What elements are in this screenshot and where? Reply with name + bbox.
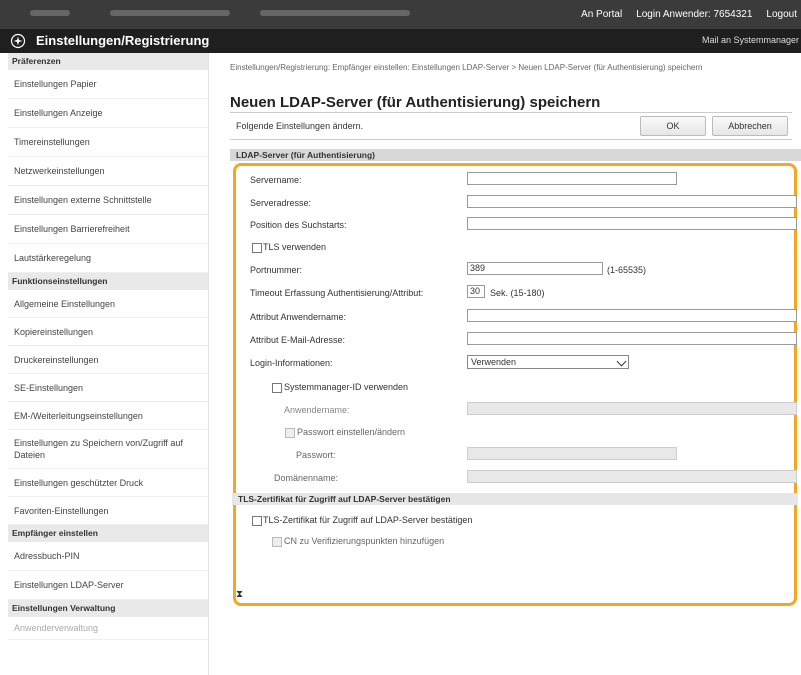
blurred-text xyxy=(110,10,230,16)
sidebar-item-general[interactable]: Allgemeine Einstellungen xyxy=(8,290,208,318)
login-user-label: Login Anwender: 7654321 xyxy=(636,9,753,20)
server-name-input[interactable] xyxy=(467,172,677,185)
use-tls-checkbox[interactable] xyxy=(252,243,262,253)
sidebar-section-title: Empfänger einstellen xyxy=(8,525,208,542)
page-title: Neuen LDAP-Server (für Authentisierung) … xyxy=(230,94,601,111)
tls-section-header: TLS-Zertifikat für Zugriff auf LDAP-Serv… xyxy=(232,493,798,505)
username-label: Anwendername: xyxy=(284,405,350,415)
settings-icon xyxy=(10,33,26,49)
tls-confirm-checkbox[interactable] xyxy=(252,516,262,526)
breadcrumb: Einstellungen/Registrierung: Empfänger e… xyxy=(230,63,703,72)
sidebar-item-addressbook-pin[interactable]: Adressbuch-PIN xyxy=(8,542,208,571)
cn-add-checkbox[interactable] xyxy=(272,537,282,547)
domain-name-input[interactable] xyxy=(467,470,797,483)
sidebar-item-network[interactable]: Netzwerkeinstellungen xyxy=(8,157,208,186)
sidebar-section-title: Präferenzen xyxy=(8,53,208,70)
ok-button[interactable]: OK xyxy=(640,116,706,136)
sidebar-item-favorites[interactable]: Favoriten-Einstellungen xyxy=(8,497,208,525)
sidebar-item-copy[interactable]: Kopiereinstellungen xyxy=(8,318,208,346)
sidebar-item-send[interactable]: SE-Einstellungen xyxy=(8,374,208,402)
sidebar-item-ldap-server[interactable]: Einstellungen LDAP-Server xyxy=(8,571,208,600)
timeout-range-text: Sek. (15-180) xyxy=(490,288,545,298)
attr-username-input[interactable] xyxy=(467,309,797,322)
timeout-input[interactable]: 30 xyxy=(467,285,485,298)
server-address-label: Serveradresse: xyxy=(250,198,312,208)
port-label: Portnummer: xyxy=(250,265,303,275)
sidebar-item-user-management[interactable]: Anwenderverwaltung xyxy=(8,617,208,640)
use-sysmgr-id-checkbox[interactable] xyxy=(272,383,282,393)
timeout-label: Timeout Erfassung Authentisierung/Attrib… xyxy=(250,288,424,298)
sidebar-item-store-access-files[interactable]: Einstellungen zu Speichern von/Zugriff a… xyxy=(8,430,208,469)
sidebar-item-timer[interactable]: Timereinstellungen xyxy=(8,128,208,157)
password-label: Passwort: xyxy=(296,450,336,460)
portal-link[interactable]: An Portal xyxy=(581,9,622,20)
sidebar-section-title: Einstellungen Verwaltung xyxy=(8,600,208,617)
server-name-label: Servername: xyxy=(250,175,302,185)
login-info-select[interactable]: Verwenden xyxy=(467,355,629,369)
search-start-input[interactable] xyxy=(467,217,797,230)
blurred-text xyxy=(30,10,70,16)
mail-to-sysmgr-link[interactable]: Mail an Systemmanager xyxy=(702,35,799,45)
sidebar-section-title: Funktionseinstellungen xyxy=(8,273,208,290)
title-bar: Einstellungen/Registrierung Mail an Syst… xyxy=(0,29,801,53)
sidebar-item-receive-forward[interactable]: EM-/Weiterleitungseinstellungen xyxy=(8,402,208,430)
to-top-icon[interactable]: ⧗ xyxy=(236,589,243,600)
username-input[interactable] xyxy=(467,402,797,415)
attr-username-label: Attribut Anwendername: xyxy=(250,312,347,322)
search-start-label: Position des Suchstarts: xyxy=(250,220,347,230)
section-header: LDAP-Server (für Authentisierung) xyxy=(230,149,801,161)
sidebar: Präferenzen Einstellungen Papier Einstel… xyxy=(8,53,209,675)
use-sysmgr-id-label: Systemmanager-ID verwenden xyxy=(284,382,409,392)
server-address-input[interactable] xyxy=(467,195,797,208)
logout-link[interactable]: Logout xyxy=(766,9,797,20)
app-title: Einstellungen/Registrierung xyxy=(36,33,210,48)
attr-email-label: Attribut E-Mail-Adresse: xyxy=(250,335,346,345)
sidebar-item-accessibility[interactable]: Einstellungen Barrierefreiheit xyxy=(8,215,208,244)
use-tls-label: TLS verwenden xyxy=(263,242,327,252)
sidebar-item-printer[interactable]: Druckereinstellungen xyxy=(8,346,208,374)
sidebar-item-volume[interactable]: Lautstärkeregelung xyxy=(8,244,208,273)
sidebar-item-secure-print[interactable]: Einstellungen geschützter Druck xyxy=(8,469,208,497)
chevron-down-icon xyxy=(616,356,627,367)
hint-bar: Folgende Einstellungen ändern. OK Abbrec… xyxy=(230,112,792,140)
attr-email-input[interactable] xyxy=(467,332,797,345)
tls-confirm-label: TLS-Zertifikat für Zugriff auf LDAP-Serv… xyxy=(263,515,473,525)
top-bar: An Portal Login Anwender: 7654321 Logout xyxy=(0,0,801,29)
login-info-label: Login-Informationen: xyxy=(250,358,333,368)
sidebar-item-display[interactable]: Einstellungen Anzeige xyxy=(8,99,208,128)
set-password-label: Passwort einstellen/ändern xyxy=(297,427,406,437)
port-range-text: (1-65535) xyxy=(607,265,647,275)
sidebar-item-paper[interactable]: Einstellungen Papier xyxy=(8,70,208,99)
cn-add-label: CN zu Verifizierungspunkten hinzufügen xyxy=(284,536,445,546)
hint-text: Folgende Einstellungen ändern. xyxy=(236,121,364,131)
port-input[interactable]: 389 xyxy=(467,262,603,275)
set-password-checkbox[interactable] xyxy=(285,428,295,438)
login-info-value: Verwenden xyxy=(471,357,517,367)
cancel-button[interactable]: Abbrechen xyxy=(712,116,788,136)
sidebar-item-external-interface[interactable]: Einstellungen externe Schnittstelle xyxy=(8,186,208,215)
blurred-text xyxy=(260,10,410,16)
password-input[interactable] xyxy=(467,447,677,460)
domain-name-label: Domänenname: xyxy=(274,473,339,483)
